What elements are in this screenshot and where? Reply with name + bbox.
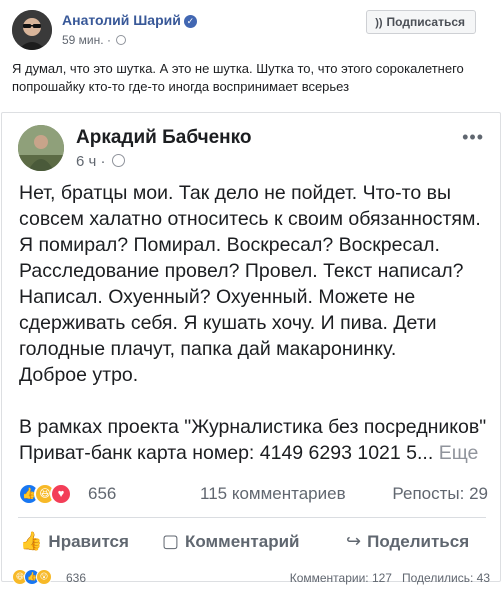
see-more-link[interactable]: Еще (439, 442, 479, 464)
verified-badge-icon: ✓ (183, 15, 197, 28)
shared-author-avatar[interactable] (18, 125, 64, 171)
subscribe-button[interactable]: )) Подписаться (366, 10, 476, 34)
author-avatar[interactable] (12, 10, 52, 50)
shared-post: Аркадий Бабченко 6 ч · ••• Нет, братцы м… (1, 112, 501, 582)
like-button[interactable]: 👍 Нравится (20, 531, 129, 552)
shared-post-meta: 6 ч · (76, 153, 125, 170)
post-footer: 😆 👍 😮 636 Комментарии: 127 Поделились: 4… (12, 567, 490, 589)
post-time[interactable]: 59 мин. (62, 33, 104, 47)
post-meta: 59 мин. · (62, 33, 127, 47)
like-label: Нравится (48, 532, 129, 551)
rss-icon: )) (375, 17, 383, 29)
share-label: Поделиться (367, 532, 470, 551)
globe-icon (116, 35, 127, 45)
shared-author-name[interactable]: Аркадий Бабченко (76, 127, 252, 149)
post-header: Анатолий Шарий ✓ 59 мин. · )) Подписаться (12, 8, 490, 52)
comment-label: Комментарий (185, 532, 300, 551)
comment-button[interactable]: ▢ Комментарий (162, 531, 300, 552)
footer-stats: Комментарии: 127 Поделились: 43 (290, 571, 490, 585)
thumbs-up-icon: 👍 (20, 531, 43, 551)
shared-post-text: Нет, братцы мои. Так дело не пойдет. Что… (19, 180, 489, 466)
shared-post-time[interactable]: 6 ч (76, 153, 96, 170)
author-name-text[interactable]: Анатолий Шарий (62, 12, 181, 28)
author-name[interactable]: Анатолий Шарий ✓ (62, 12, 197, 28)
share-button[interactable]: ↪ Поделиться (346, 531, 469, 552)
comment-icon: ▢ (162, 531, 180, 551)
shared-reactions-bar: 👍 😆 ♥ 656 115 комментариев Репосты: 29 (18, 481, 488, 507)
share-arrow-icon: ↪ (346, 531, 362, 551)
shared-reactions-count[interactable]: 656 (88, 484, 116, 504)
shared-post-body: Нет, братцы мои. Так дело не пойдет. Что… (19, 182, 487, 464)
shared-action-bar: 👍 Нравится ▢ Комментарий ↪ Поделиться (2, 531, 500, 561)
post-text: Я думал, что это шутка. А это не шутка. … (12, 61, 464, 94)
shared-comments-count[interactable]: 115 комментариев (200, 484, 346, 504)
divider (18, 517, 486, 518)
footer-comments-count[interactable]: Комментарии: 127 (290, 571, 392, 585)
footer-shares-count[interactable]: Поделились: 43 (402, 571, 490, 585)
subscribe-label: Подписаться (386, 15, 465, 29)
globe-icon (111, 154, 125, 167)
shared-shares-count[interactable]: Репосты: 29 (392, 484, 488, 504)
shared-more-options-icon[interactable]: ••• (462, 127, 484, 148)
wow-icon: 😮 (36, 569, 52, 585)
love-icon: ♥ (50, 483, 72, 505)
footer-reactions-count[interactable]: 636 (66, 571, 86, 585)
